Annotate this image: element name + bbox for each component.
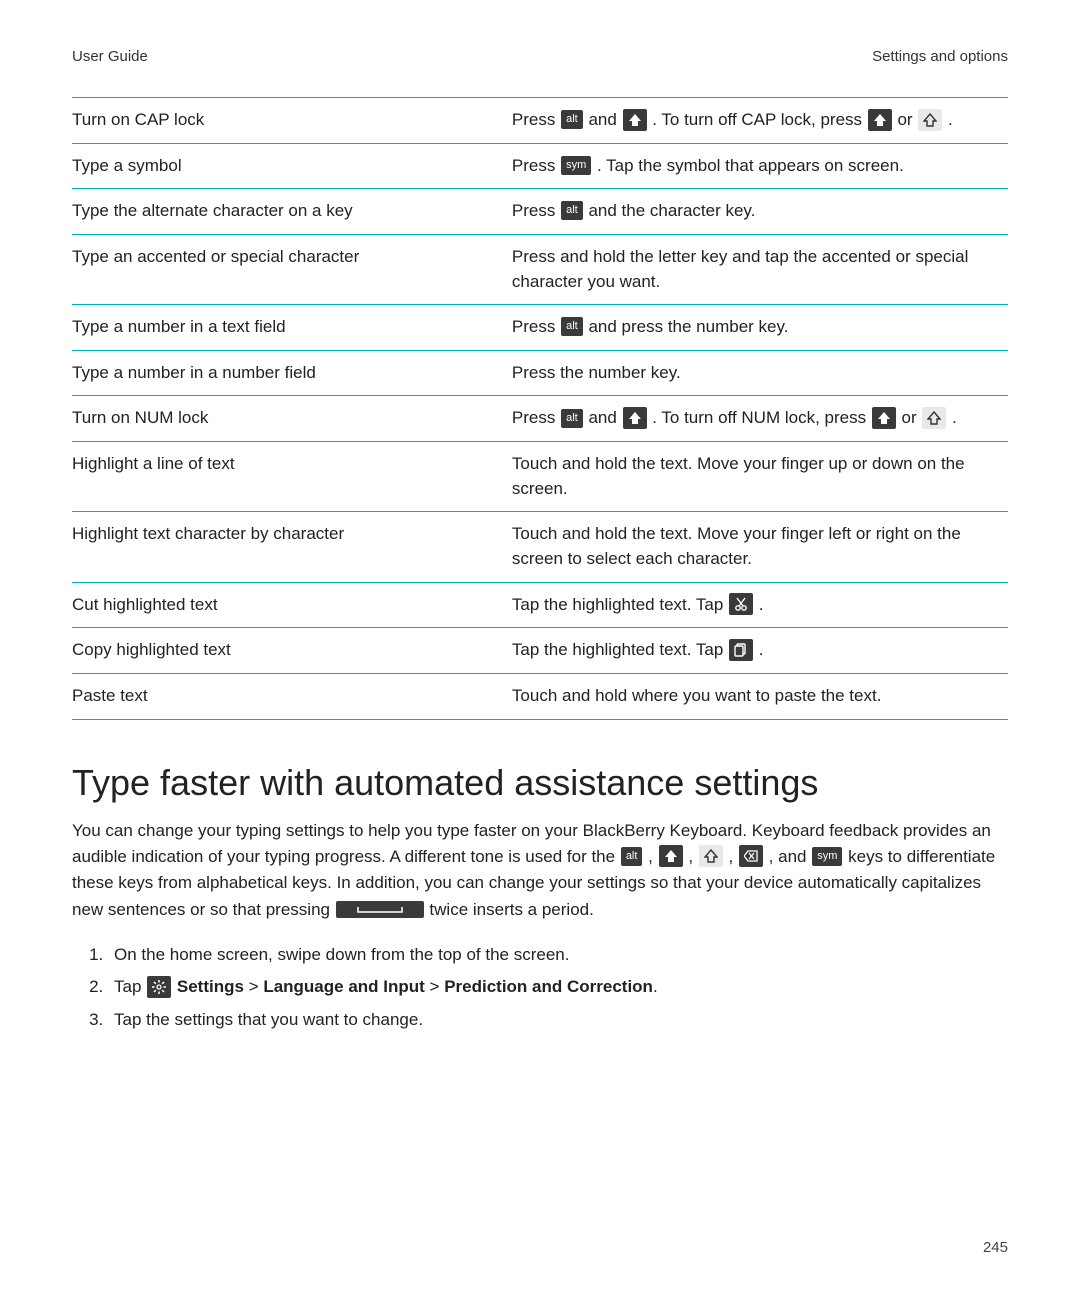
instruction-cell: Touch and hold where you want to paste t…	[512, 673, 1008, 719]
action-cell: Highlight a line of text	[72, 442, 512, 512]
action-cell: Type an accented or special character	[72, 234, 512, 304]
page: User Guide Settings and options Turn on …	[0, 0, 1080, 1296]
alt-key-icon: alt	[561, 409, 583, 428]
action-cell: Cut highlighted text	[72, 582, 512, 628]
shift-up-hollow-key-icon	[918, 109, 942, 131]
sym-key-icon: sym	[812, 847, 842, 866]
action-cell: Paste text	[72, 673, 512, 719]
action-cell: Highlight text character by character	[72, 512, 512, 582]
header-left: User Guide	[72, 48, 148, 65]
instruction-cell: Tap the highlighted text. Tap .	[512, 582, 1008, 628]
table-row: Copy highlighted textTap the highlighted…	[72, 628, 1008, 674]
action-cell: Turn on CAP lock	[72, 98, 512, 144]
cut-key-icon	[729, 593, 753, 615]
step-item: Tap Settings > Language and Input > Pred…	[108, 971, 1008, 1003]
alt-key-icon: alt	[561, 201, 583, 220]
bold-text: Language and Input	[263, 977, 425, 996]
instruction-cell: Touch and hold the text. Move your finge…	[512, 442, 1008, 512]
step-item: Tap the settings that you want to change…	[108, 1004, 1008, 1036]
alt-key-icon: alt	[561, 110, 583, 129]
bold-text: Prediction and Correction	[444, 977, 653, 996]
action-cell: Type a number in a text field	[72, 305, 512, 351]
settings-key-icon	[147, 976, 171, 998]
action-cell: Turn on NUM lock	[72, 396, 512, 442]
table-row: Cut highlighted textTap the highlighted …	[72, 582, 1008, 628]
table-row: Type a number in a text fieldPress alt a…	[72, 305, 1008, 351]
table-row: Type the alternate character on a keyPre…	[72, 189, 1008, 235]
actions-table: Turn on CAP lockPress alt and . To turn …	[72, 97, 1008, 720]
alt-key-icon: alt	[561, 317, 583, 336]
steps-list: On the home screen, swipe down from the …	[72, 939, 1008, 1036]
instruction-cell: Press alt and press the number key.	[512, 305, 1008, 351]
header-right: Settings and options	[872, 48, 1008, 65]
bold-text: Settings	[177, 977, 244, 996]
table-row: Type a symbolPress sym . Tap the symbol …	[72, 143, 1008, 189]
page-number: 245	[983, 1239, 1008, 1256]
action-cell: Type a symbol	[72, 143, 512, 189]
instruction-cell: Tap the highlighted text. Tap .	[512, 628, 1008, 674]
shift-up-key-icon	[623, 407, 647, 429]
sym-key-icon: sym	[561, 156, 591, 175]
instruction-cell: Press alt and . To turn off NUM lock, pr…	[512, 396, 1008, 442]
alt-key-icon: alt	[621, 847, 643, 866]
action-cell: Type a number in a number field	[72, 350, 512, 396]
page-header: User Guide Settings and options	[72, 48, 1008, 65]
action-cell: Copy highlighted text	[72, 628, 512, 674]
shift-up-hollow-key-icon	[922, 407, 946, 429]
section-heading: Type faster with automated assistance se…	[72, 762, 1008, 804]
shift-up-hollow-key-icon	[699, 845, 723, 867]
step-item: On the home screen, swipe down from the …	[108, 939, 1008, 971]
table-row: Highlight text character by characterTou…	[72, 512, 1008, 582]
space-key-icon	[336, 901, 424, 918]
instruction-cell: Touch and hold the text. Move your finge…	[512, 512, 1008, 582]
section-paragraph: You can change your typing settings to h…	[72, 818, 1008, 923]
instruction-cell: Press sym . Tap the symbol that appears …	[512, 143, 1008, 189]
instruction-cell: Press and hold the letter key and tap th…	[512, 234, 1008, 304]
action-cell: Type the alternate character on a key	[72, 189, 512, 235]
shift-up-key-icon	[623, 109, 647, 131]
instruction-cell: Press alt and . To turn off CAP lock, pr…	[512, 98, 1008, 144]
delete-key-icon	[739, 845, 763, 867]
table-row: Highlight a line of textTouch and hold t…	[72, 442, 1008, 512]
copy-key-icon	[729, 639, 753, 661]
table-row: Type an accented or special characterPre…	[72, 234, 1008, 304]
instruction-cell: Press alt and the character key.	[512, 189, 1008, 235]
table-row: Turn on NUM lockPress alt and . To turn …	[72, 396, 1008, 442]
table-row: Turn on CAP lockPress alt and . To turn …	[72, 98, 1008, 144]
table-row: Paste textTouch and hold where you want …	[72, 673, 1008, 719]
instruction-cell: Press the number key.	[512, 350, 1008, 396]
shift-up-key-icon	[659, 845, 683, 867]
shift-up-key-icon	[868, 109, 892, 131]
shift-up-key-icon	[872, 407, 896, 429]
table-row: Type a number in a number fieldPress the…	[72, 350, 1008, 396]
